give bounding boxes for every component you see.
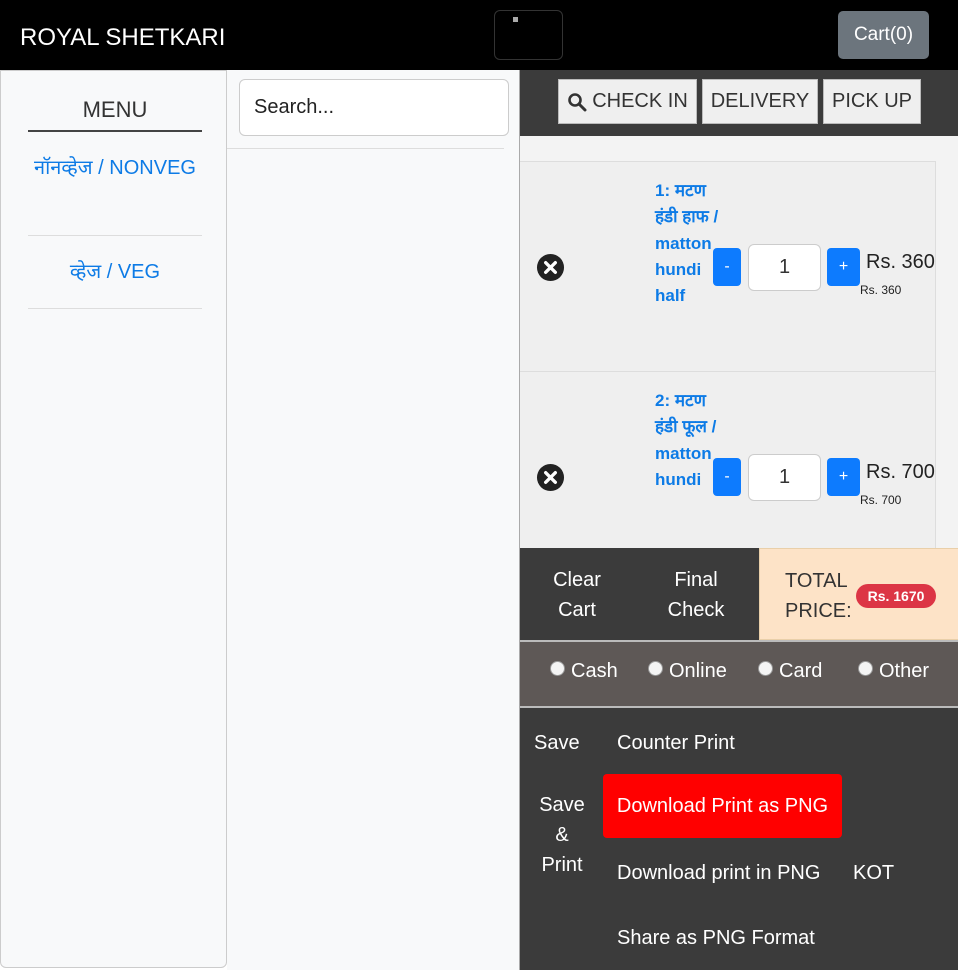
cart-actions: Clear Cart Final Check TOTAL PRICE: Rs. … [520, 548, 958, 640]
logo [494, 10, 563, 60]
search-input[interactable] [239, 79, 509, 136]
navbar: ROYAL SHETKARI Cart(0) [0, 0, 958, 70]
cart-item: 1: मटण हंडी हाफ / matton hundi half - + … [520, 161, 936, 371]
item-price: Rs. 700 [866, 461, 935, 483]
cart-item-name[interactable]: 2: मटण हंडी फूल / matton hundi [655, 388, 721, 493]
qty-increase-button[interactable]: + [827, 248, 860, 286]
brand-title[interactable]: ROYAL SHETKARI [20, 24, 225, 52]
item-price: Rs. 360 [866, 251, 935, 273]
item-subtotal: Rs. 360 [860, 283, 902, 297]
payment-option-card[interactable]: Card [758, 660, 822, 683]
radio-button[interactable] [648, 661, 663, 676]
payment-option-label: Online [669, 660, 727, 682]
clear-cart-button[interactable]: Clear Cart [534, 565, 620, 625]
qty-decrease-button[interactable]: - [713, 458, 741, 496]
search-icon [568, 92, 587, 111]
product-list-panel [227, 70, 519, 970]
menu-item-nonveg[interactable]: नॉनव्हेज / NONVEG [28, 153, 202, 236]
check-in-button[interactable]: CHECK IN [558, 79, 697, 124]
save-and-print-button[interactable]: Save & Print [534, 790, 590, 880]
qty-decrease-button[interactable]: - [713, 248, 741, 286]
final-check-button[interactable]: Final Check [650, 565, 742, 625]
check-in-label: CHECK IN [592, 90, 688, 112]
cart-list[interactable]: 1: मटण हंडी हाफ / matton hundi half - + … [520, 136, 958, 548]
cart-item-name[interactable]: 1: मटण हंडी हाफ / matton hundi half [655, 178, 721, 309]
order-type-bar: CHECK IN DELIVERY PICK UP [520, 70, 958, 136]
cart-item: 2: मटण हंडी फूल / matton hundi - + Rs. 7… [520, 371, 936, 548]
remove-item-icon[interactable] [536, 463, 565, 492]
qty-input[interactable] [748, 454, 821, 501]
delivery-button[interactable]: DELIVERY [702, 79, 818, 124]
remove-item-icon[interactable] [536, 253, 565, 282]
total-price-box: TOTAL PRICE: Rs. 1670 [759, 548, 958, 640]
order-panel: CHECK IN DELIVERY PICK UP 1: मटण हंडी हा… [519, 70, 958, 970]
payment-option-other[interactable]: Other [858, 660, 929, 683]
payment-option-label: Other [879, 660, 930, 682]
radio-button[interactable] [758, 661, 773, 676]
payment-option-online[interactable]: Online [648, 660, 727, 683]
menu-item-veg[interactable]: व्हेज / VEG [28, 257, 202, 309]
pick-up-button[interactable]: PICK UP [823, 79, 921, 124]
payment-option-label: Cash [571, 660, 618, 682]
cart-button[interactable]: Cart(0) [838, 11, 929, 59]
item-subtotal: Rs. 700 [860, 493, 902, 507]
qty-increase-button[interactable]: + [827, 458, 860, 496]
share-png-button[interactable]: Share as PNG Format [617, 927, 815, 950]
download-print-in-png-button[interactable]: Download print in PNG [617, 862, 820, 885]
counter-print-button[interactable]: Counter Print [617, 732, 735, 755]
menu-sidebar: MENU नॉनव्हेज / NONVEG व्हेज / VEG [0, 70, 227, 968]
kot-button[interactable]: KOT [853, 862, 894, 885]
payment-option-cash[interactable]: Cash [550, 660, 618, 683]
print-actions: Save Counter Print Save & Print Download… [520, 708, 958, 970]
download-print-png-button[interactable]: Download Print as PNG [603, 774, 842, 838]
divider [227, 148, 504, 149]
radio-button[interactable] [858, 661, 873, 676]
total-price-label: TOTAL PRICE: [785, 570, 852, 622]
menu-title: MENU [28, 97, 202, 132]
radio-button[interactable] [550, 661, 565, 676]
qty-input[interactable] [748, 244, 821, 291]
payment-method-row: Cash Online Card Other [520, 640, 958, 708]
save-button[interactable]: Save [534, 732, 580, 755]
payment-option-label: Card [779, 660, 823, 682]
total-price-badge: Rs. 1670 [856, 584, 936, 608]
